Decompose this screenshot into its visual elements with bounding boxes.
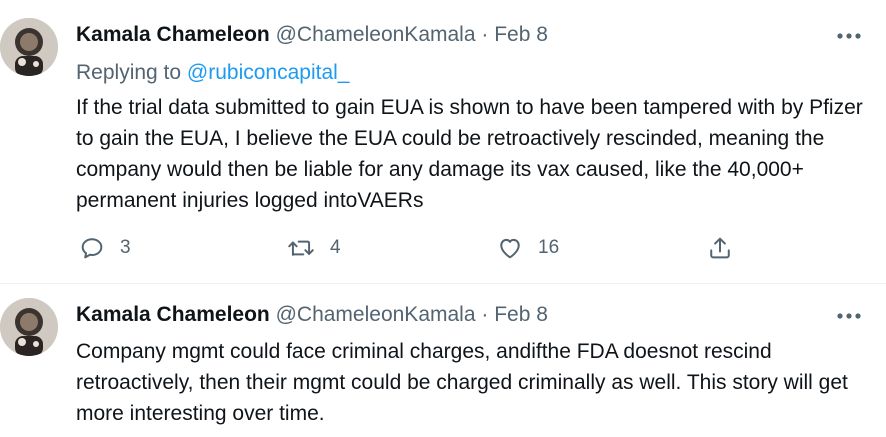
separator-dot: · [481, 303, 489, 326]
tweet[interactable]: Kamala Chameleon @ChameleonKamala · Feb … [0, 284, 886, 437]
tweet-text: If the trial data submitted to gain EUA … [76, 96, 863, 212]
like-button[interactable]: 16 [496, 232, 559, 264]
reply-icon [81, 238, 103, 259]
heart-icon [500, 238, 520, 259]
like-count: 16 [538, 237, 560, 258]
author-name[interactable]: Kamala Chameleon [76, 23, 270, 46]
share-icon [710, 237, 730, 259]
replying-mention-link[interactable]: @rubiconcapital_ [187, 61, 350, 84]
tweet-date[interactable]: Feb 8 [494, 23, 548, 46]
replying-prefix: Replying to [76, 61, 182, 84]
tweet-header: Kamala Chameleon @ChameleonKamala · Feb … [76, 22, 548, 48]
tweet[interactable]: Kamala Chameleon @ChameleonKamala · Feb … [0, 0, 886, 284]
tweet-text: Company mgmt could face criminal charges… [76, 340, 848, 425]
tweet-actions: 3 4 16 [76, 232, 756, 264]
retweet-button[interactable]: 4 [286, 232, 341, 264]
separator-dot: · [481, 23, 489, 46]
share-button[interactable] [706, 232, 734, 264]
tweet-header: Kamala Chameleon @ChameleonKamala · Feb … [76, 302, 548, 328]
reply-button[interactable]: 3 [78, 232, 131, 264]
more-options-button[interactable] [834, 26, 864, 46]
author-handle[interactable]: @ChameleonKamala [276, 303, 476, 326]
reply-count: 3 [120, 237, 131, 258]
retweet-icon [288, 240, 314, 256]
avatar[interactable] [0, 18, 58, 76]
avatar[interactable] [0, 298, 58, 356]
replying-to: Replying to @rubiconcapital_ [76, 60, 349, 86]
author-handle[interactable]: @ChameleonKamala [276, 23, 476, 46]
more-horizontal-icon [837, 313, 861, 319]
tweet-date[interactable]: Feb 8 [494, 303, 548, 326]
more-options-button[interactable] [834, 306, 864, 326]
author-name[interactable]: Kamala Chameleon [76, 303, 270, 326]
more-horizontal-icon [837, 33, 861, 39]
retweet-count: 4 [330, 237, 341, 258]
